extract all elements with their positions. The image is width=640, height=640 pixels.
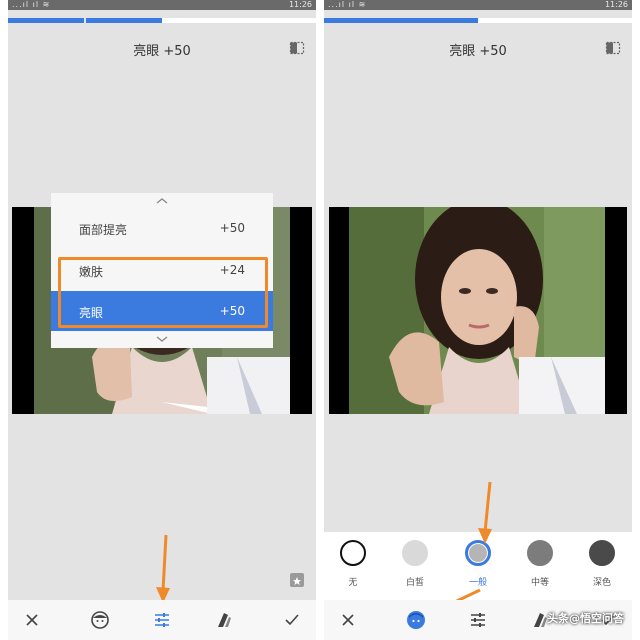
chevron-up-icon[interactable] [51,195,273,207]
bookmark-star-icon[interactable] [290,573,304,587]
swatch-label: 中等 [530,578,549,588]
page-title: 亮眼 +50 [449,44,507,59]
swatch-circle [340,540,366,566]
swatch-label: 白皙 [405,578,424,588]
skin-tone-moderate[interactable]: 中等 [518,540,562,588]
status-bar: ...ıl ıl ≋ 11:26 [324,0,632,10]
skin-tone-fair[interactable]: 白皙 [393,540,437,588]
progress-bar [324,18,632,23]
progress-fill [324,18,478,23]
swatch-label: 一般 [468,578,487,588]
status-bar: ...ıl ıl ≋ 11:26 [8,0,316,10]
page-title: 亮眼 +50 [133,44,191,59]
watermark: 头条@悟空问答 [547,612,624,625]
compare-icon[interactable] [605,40,621,56]
menu-item-value: +50 [219,221,245,235]
swatch-label: 深色 [592,578,611,588]
swatch-label: 无 [348,578,358,588]
progress-bar [8,18,316,23]
signal-indicators: ...ıl ıl ≋ [12,0,51,9]
orange-arrow [156,534,170,603]
bottom-toolbar [8,600,316,640]
orange-arrow [478,481,492,544]
swatch-circle [589,540,615,566]
face-icon[interactable] [406,610,426,630]
skin-tone-none[interactable]: 无 [331,540,375,588]
left-screen: ...ıl ıl ≋ 11:26 亮眼 +50 面部提亮 +50 嫩肤 +24 … [8,0,316,640]
menu-item-face-brighten[interactable]: 面部提亮 +50 [51,208,273,248]
compare-icon[interactable] [289,40,305,56]
swatch-circle [527,540,553,566]
status-time: 11:26 [604,0,628,9]
status-time: 11:26 [288,0,312,9]
sliders-icon[interactable] [468,610,488,630]
menu-item-label: 面部提亮 [79,223,128,237]
skin-tone-dark[interactable]: 深色 [580,540,624,588]
swatch-circle [402,540,428,566]
photo-preview [329,207,627,414]
right-screen: ...ıl ıl ≋ 11:26 亮眼 +50 无 白皙 一般 中等 深色 头条… [324,0,632,640]
signal-indicators: ...ıl ıl ≋ [328,0,367,9]
progress-divider [84,18,86,23]
close-icon[interactable] [22,610,42,630]
styles-icon[interactable] [214,610,234,630]
chevron-down-icon[interactable] [51,333,273,345]
sliders-icon[interactable] [152,610,172,630]
check-icon[interactable] [282,610,302,630]
highlight-box [58,257,268,328]
face-icon[interactable] [90,610,110,630]
close-icon[interactable] [338,610,358,630]
skin-tone-medium[interactable]: 一般 [456,540,500,588]
